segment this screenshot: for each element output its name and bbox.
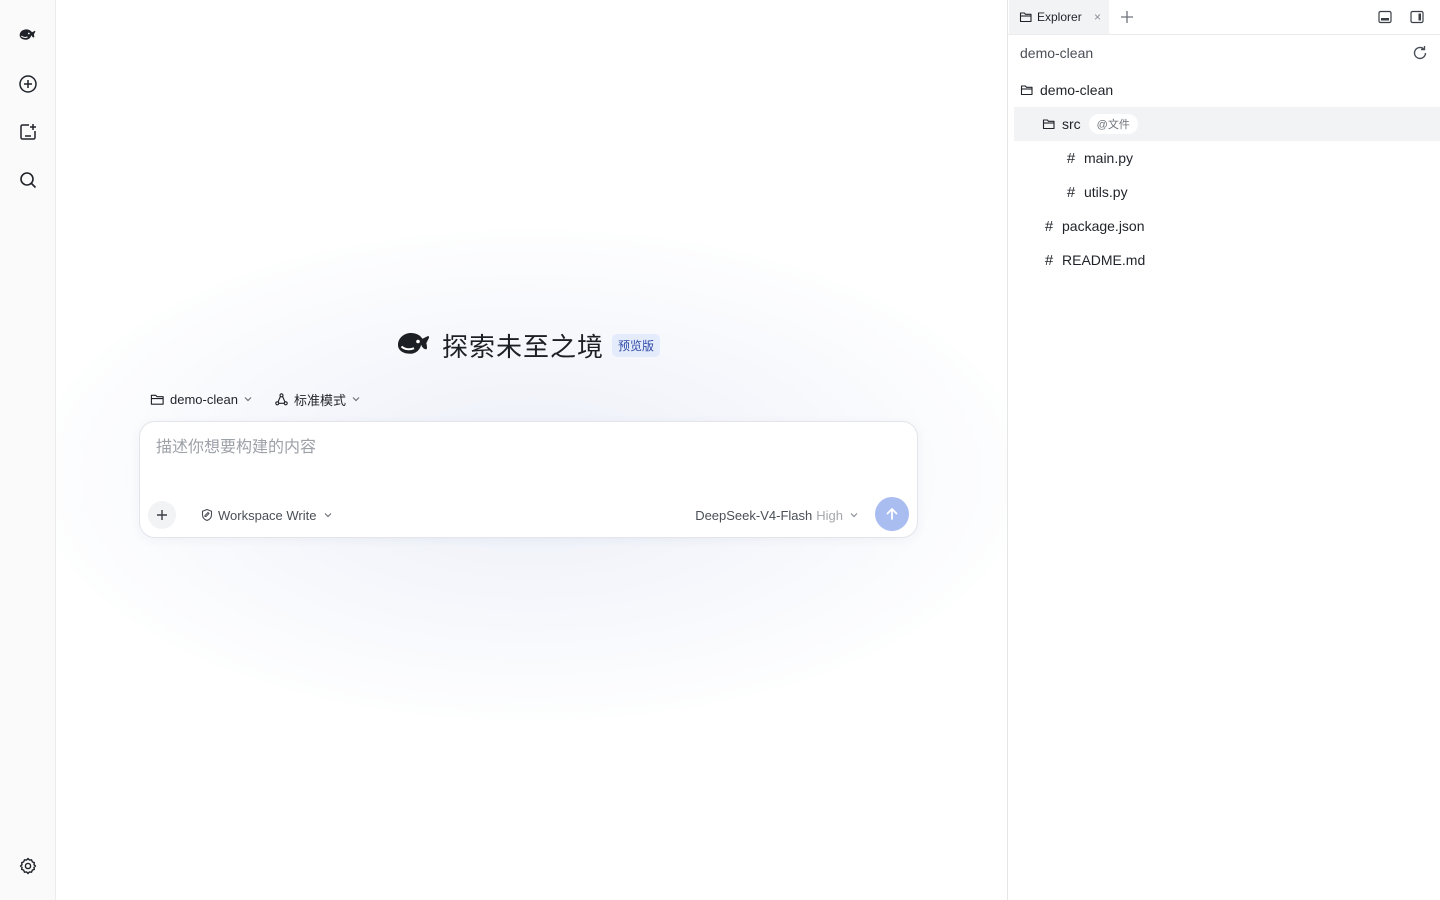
hash-icon: # xyxy=(1066,183,1076,201)
refresh-icon[interactable] xyxy=(1411,44,1429,62)
workspace-selector-label: demo-clean xyxy=(170,391,238,407)
chevron-down-icon xyxy=(352,397,360,402)
attach-button[interactable] xyxy=(148,501,176,529)
tree-item-src-folder[interactable]: src @文件 xyxy=(1014,107,1440,141)
tree-item-label: main.py xyxy=(1084,150,1134,166)
permission-label: Workspace Write xyxy=(218,507,317,523)
explorer-panel: Explorer × demo-clean demo-clean src @文件… xyxy=(1007,0,1440,900)
plus-icon xyxy=(1121,11,1133,23)
hash-icon: # xyxy=(1044,251,1054,269)
chevron-down-icon xyxy=(324,513,331,518)
arrow-up-icon xyxy=(886,508,898,520)
model-name: DeepSeek-V4-Flash xyxy=(695,507,813,523)
tree-item-file[interactable]: # main.py xyxy=(1014,141,1440,175)
main-area: 探索未至之境 预览版 demo-clean 标准模式 Workspace Wri… xyxy=(56,0,1007,900)
deepseek-whale-logo-icon xyxy=(398,333,430,354)
tree-item-label: demo-clean xyxy=(1040,82,1114,98)
tab-explorer[interactable]: Explorer × xyxy=(1009,0,1109,34)
hash-icon: # xyxy=(1044,217,1054,235)
shield-edit-icon xyxy=(201,508,213,522)
workspace-selector[interactable]: demo-clean xyxy=(150,388,253,410)
tree-item-root-folder[interactable]: demo-clean xyxy=(1014,73,1440,107)
model-selector[interactable]: DeepSeek-V4-Flash High xyxy=(695,506,859,524)
toggle-side-panel-button[interactable] xyxy=(1408,8,1426,26)
folder-open-icon xyxy=(1042,119,1055,130)
new-project-icon[interactable] xyxy=(12,116,44,148)
prompt-input[interactable] xyxy=(156,436,896,460)
deepseek-logo-icon[interactable] xyxy=(12,20,44,52)
explorer-header: demo-clean xyxy=(1008,35,1440,71)
left-rail xyxy=(0,0,56,900)
mode-selector-label: 标准模式 xyxy=(294,392,347,408)
new-tab-button[interactable] xyxy=(1118,8,1136,26)
tree-item-file[interactable]: # utils.py xyxy=(1014,175,1440,209)
hash-icon: # xyxy=(1066,149,1076,167)
settings-icon[interactable] xyxy=(12,850,44,882)
tree-item-file[interactable]: # package.json xyxy=(1014,209,1440,243)
workspace-name: demo-clean xyxy=(1020,45,1094,61)
plus-icon xyxy=(157,510,167,520)
tree-item-label: src xyxy=(1062,116,1081,132)
chevron-down-icon xyxy=(850,513,858,518)
tab-close-icon[interactable]: × xyxy=(1094,10,1101,24)
mode-selector[interactable]: 标准模式 xyxy=(274,388,361,410)
panel-tab-bar: Explorer × xyxy=(1008,0,1440,35)
tree-item-label: utils.py xyxy=(1084,184,1128,200)
tree-item-label: README.md xyxy=(1062,252,1146,268)
send-button[interactable] xyxy=(875,497,909,531)
folder-open-icon xyxy=(1019,12,1032,23)
mode-cycle-icon xyxy=(275,392,288,405)
permission-selector[interactable]: Workspace Write xyxy=(200,506,333,524)
model-effort: High xyxy=(816,507,843,523)
tab-explorer-label: Explorer xyxy=(1037,10,1082,24)
folder-icon xyxy=(150,394,164,405)
app-window: 探索未至之境 预览版 demo-clean 标准模式 Workspace Wri… xyxy=(0,0,1440,900)
panel-right-icon xyxy=(1410,10,1424,24)
toggle-bottom-panel-button[interactable] xyxy=(1376,8,1394,26)
chevron-down-icon xyxy=(244,397,252,402)
new-chat-icon[interactable] xyxy=(12,68,44,100)
tree-item-label: package.json xyxy=(1062,218,1145,234)
mention-file-tag[interactable]: @文件 xyxy=(1088,114,1138,134)
tree-item-file[interactable]: # README.md xyxy=(1014,243,1440,277)
panel-bottom-icon xyxy=(1378,10,1392,24)
hero-title: 探索未至之境 xyxy=(442,331,605,362)
hero-header: 探索未至之境 预览版 xyxy=(396,326,661,364)
folder-open-icon xyxy=(1020,85,1033,96)
preview-badge: 预览版 xyxy=(612,333,661,357)
search-icon[interactable] xyxy=(12,164,44,196)
prompt-composer: Workspace Write DeepSeek-V4-Flash High xyxy=(139,421,918,538)
